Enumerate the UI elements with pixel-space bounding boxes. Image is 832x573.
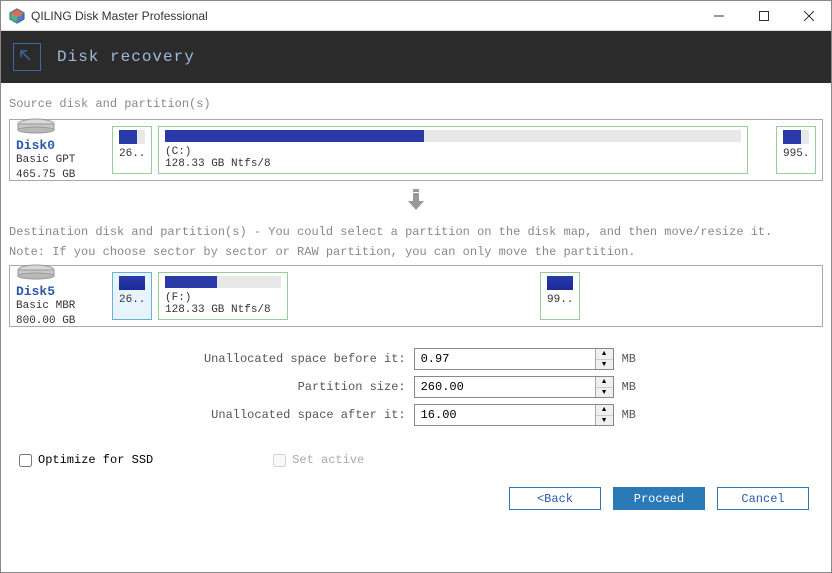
spin-up-icon[interactable]: ▲ <box>596 405 613 416</box>
dest-partition-0[interactable]: 26... <box>112 272 152 320</box>
dest-section-label: Destination disk and partition(s) - You … <box>9 225 823 239</box>
hdd-icon <box>16 118 56 134</box>
source-disk-info: Disk0 Basic GPT 465.75 GB <box>16 118 106 182</box>
partition-bar <box>119 276 145 290</box>
minimize-button[interactable] <box>696 1 741 31</box>
hdd-icon <box>16 264 56 280</box>
set-active-check: Set active <box>273 453 364 467</box>
dest-disk-info: Disk5 Basic MBR 800.00 GB <box>16 264 106 328</box>
dest-disk-box: Disk5 Basic MBR 800.00 GB 26... (F:) 128… <box>9 265 823 327</box>
size-label: Partition size: <box>196 373 414 401</box>
dest-partition-1[interactable]: (F:) 128.33 GB Ntfs/8 <box>158 272 288 320</box>
partition-bar <box>119 130 145 144</box>
after-input[interactable] <box>415 405 595 425</box>
recovery-icon <box>13 43 41 71</box>
before-label: Unallocated space before it: <box>196 345 414 373</box>
size-input[interactable] <box>415 377 595 397</box>
partition-label: 99... <box>547 294 573 307</box>
source-partition-2[interactable]: 995... <box>776 126 816 174</box>
resize-form: Unallocated space before it: ▲▼ MB Parti… <box>196 345 636 429</box>
spin-up-icon[interactable]: ▲ <box>596 349 613 360</box>
dest-partition-2[interactable]: 99... <box>540 272 580 320</box>
source-disk-type: Basic GPT <box>16 153 106 167</box>
spin-down-icon[interactable]: ▼ <box>596 360 613 370</box>
before-input[interactable] <box>415 349 595 369</box>
partition-label: 26... <box>119 294 145 307</box>
window-title: QILING Disk Master Professional <box>31 9 696 23</box>
cancel-button[interactable]: Cancel <box>717 487 809 510</box>
size-spinner[interactable]: ▲▼ <box>414 376 614 398</box>
after-spinner[interactable]: ▲▼ <box>414 404 614 426</box>
optimize-ssd-check[interactable]: Optimize for SSD <box>19 453 153 467</box>
set-active-checkbox <box>273 454 286 467</box>
maximize-button[interactable] <box>741 1 786 31</box>
source-disk-box: Disk0 Basic GPT 465.75 GB 26... (C:) 128… <box>9 119 823 181</box>
optimize-ssd-checkbox[interactable] <box>19 454 32 467</box>
unit-label: MB <box>614 401 636 429</box>
partition-bar <box>165 130 741 142</box>
page-header: Disk recovery <box>1 31 831 83</box>
partition-size: 128.33 GB Ntfs/8 <box>165 158 741 170</box>
after-label: Unallocated space after it: <box>196 401 414 429</box>
footer: <Back Proceed Cancel <box>9 481 823 520</box>
partition-drive: (F:) <box>165 292 281 304</box>
page-title: Disk recovery <box>57 48 195 66</box>
close-button[interactable] <box>786 1 831 31</box>
arrow-down-icon <box>9 189 823 217</box>
source-disk-size: 465.75 GB <box>16 168 106 182</box>
set-active-label: Set active <box>292 453 364 467</box>
app-logo-icon <box>9 8 25 24</box>
source-section-label: Source disk and partition(s) <box>9 97 823 111</box>
dest-disk-type: Basic MBR <box>16 299 106 313</box>
partition-label: 26... <box>119 148 145 161</box>
dest-disk-name: Disk5 <box>16 284 106 299</box>
dest-section-note: Note: If you choose sector by sector or … <box>9 245 823 259</box>
dest-disk-size: 800.00 GB <box>16 314 106 328</box>
unit-label: MB <box>614 373 636 401</box>
source-disk-name: Disk0 <box>16 138 106 153</box>
proceed-button[interactable]: Proceed <box>613 487 705 510</box>
partition-drive: (C:) <box>165 146 741 158</box>
source-partition-0[interactable]: 26... <box>112 126 152 174</box>
spin-down-icon[interactable]: ▼ <box>596 416 613 426</box>
unit-label: MB <box>614 345 636 373</box>
partition-bar <box>783 130 809 144</box>
before-spinner[interactable]: ▲▼ <box>414 348 614 370</box>
optimize-ssd-label: Optimize for SSD <box>38 453 153 467</box>
partition-bar <box>165 276 281 288</box>
partition-label: 995... <box>783 148 809 161</box>
source-partition-1[interactable]: (C:) 128.33 GB Ntfs/8 <box>158 126 748 174</box>
spin-up-icon[interactable]: ▲ <box>596 377 613 388</box>
partition-size: 128.33 GB Ntfs/8 <box>165 304 281 316</box>
titlebar: QILING Disk Master Professional <box>1 1 831 31</box>
spin-down-icon[interactable]: ▼ <box>596 388 613 398</box>
partition-bar <box>547 276 573 290</box>
back-button[interactable]: <Back <box>509 487 601 510</box>
